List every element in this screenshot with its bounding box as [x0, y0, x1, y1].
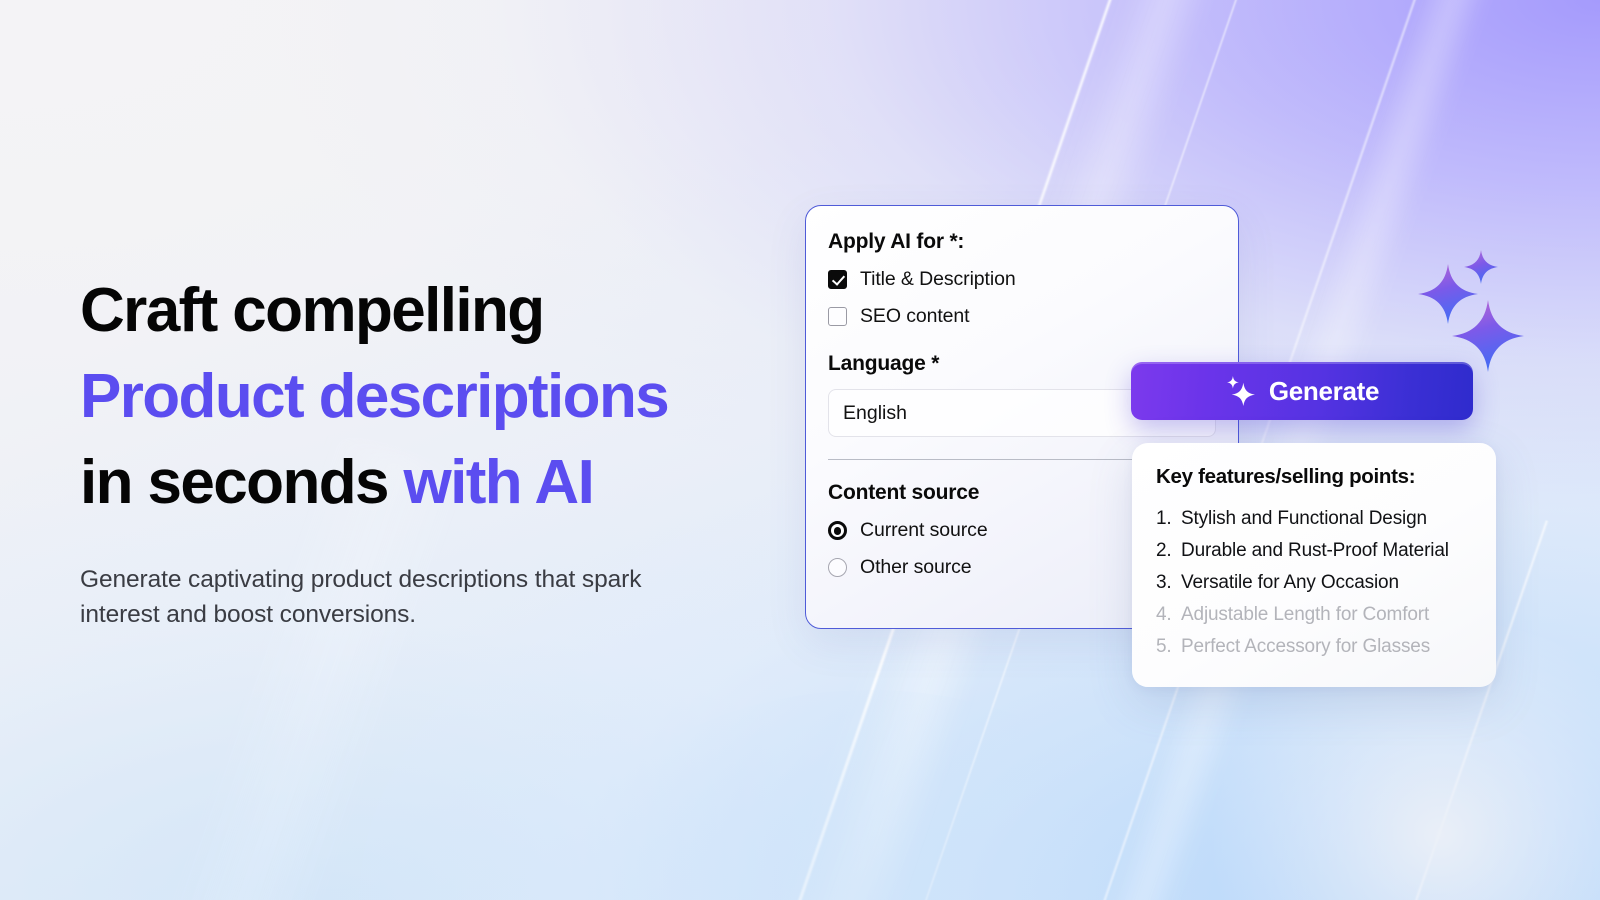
list-item-text: Durable and Rust-Proof Material [1181, 540, 1449, 561]
seo-content-checkbox[interactable] [828, 307, 847, 326]
sparkle-icon [1225, 376, 1255, 406]
generate-button-label: Generate [1268, 375, 1380, 406]
sparkle-medium-icon [1418, 264, 1478, 324]
key-features-list: 1. Stylish and Functional Design 2. Dura… [1156, 503, 1472, 663]
list-item-number: 1. [1156, 508, 1172, 529]
other-source-label: Other source [860, 556, 972, 579]
checkbox-row-seo-content[interactable]: SEO content [828, 305, 1216, 328]
list-item-number: 2. [1156, 540, 1172, 561]
language-input-value: English [843, 401, 907, 424]
list-item-text: Stylish and Functional Design [1181, 508, 1427, 529]
list-item: 3. Versatile for Any Occasion [1156, 567, 1472, 599]
list-item: 1. Stylish and Functional Design [1156, 503, 1472, 535]
hero-subtitle: Generate captivating product description… [80, 566, 642, 628]
generate-button[interactable]: Generate [1131, 362, 1473, 420]
headline-line-1: Craft compelling [80, 276, 545, 345]
list-item: 2. Durable and Rust-Proof Material [1156, 535, 1472, 567]
list-item-text: Perfect Accessory for Glasses [1181, 636, 1431, 657]
headline-line-2: Product descriptions [80, 362, 670, 431]
headline-line-3: in seconds [80, 448, 404, 517]
list-item: 4. Adjustable Length for Comfort [1156, 599, 1472, 631]
checkbox-row-title-description[interactable]: Title & Description [828, 268, 1216, 291]
current-source-label: Current source [860, 519, 988, 542]
current-source-radio[interactable] [828, 521, 847, 541]
page-title: Craft compelling Product descriptions in… [80, 268, 800, 526]
hero-copy: Craft compelling Product descriptions in… [80, 268, 800, 632]
headline-line-3-accent: with AI [403, 448, 595, 517]
apply-ai-for-label: Apply AI for *: [828, 230, 965, 253]
list-item: 5. Perfect Accessory for Glasses [1156, 631, 1472, 663]
background-glow [560, 690, 1180, 900]
sparkles-icon [1418, 250, 1538, 372]
key-features-card: Key features/selling points: 1. Stylish … [1132, 443, 1496, 687]
sparkle-small-icon [1464, 250, 1498, 284]
hero-background: Craft compelling Product descriptions in… [0, 0, 1600, 900]
list-item-text: Versatile for Any Occasion [1181, 572, 1399, 593]
key-features-title: Key features/selling points: [1156, 465, 1416, 488]
title-description-checkbox[interactable] [828, 270, 847, 289]
list-item-number: 5. [1156, 636, 1172, 657]
list-item-number: 4. [1156, 604, 1172, 625]
title-description-label: Title & Description [860, 268, 1016, 290]
other-source-radio[interactable] [828, 558, 847, 578]
list-item-number: 3. [1156, 572, 1172, 593]
sparkle-glyph [1226, 376, 1255, 406]
list-item-text: Adjustable Length for Comfort [1181, 604, 1430, 625]
seo-content-label: SEO content [860, 305, 970, 327]
